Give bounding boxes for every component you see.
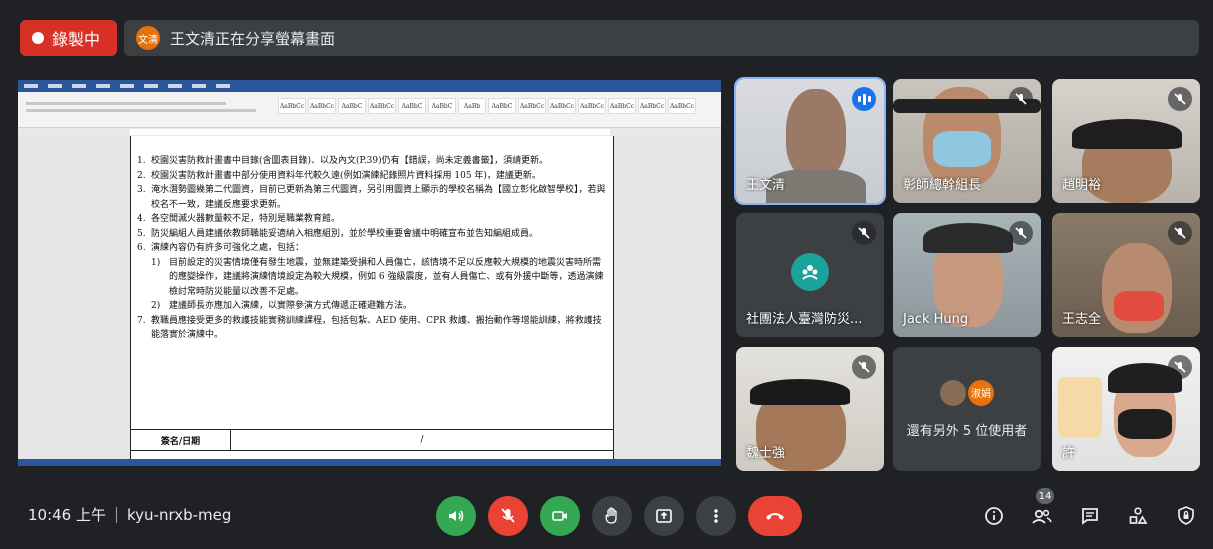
participant-tile-5[interactable]: Jack Hung <box>893 213 1041 337</box>
signature-label: 簽名/日期 <box>131 430 231 450</box>
activities-button[interactable] <box>1124 496 1152 536</box>
participant-name: 王文清 <box>746 178 786 193</box>
side-panel-controls: 14 <box>980 488 1200 536</box>
present-screen-icon <box>656 509 672 523</box>
hand-icon <box>605 507 617 524</box>
participant-tile-8[interactable]: 許 <box>1052 347 1200 471</box>
chat-icon <box>1082 508 1098 525</box>
shared-screen: AaBbCc AaBbCc AaBbC AaBbCc AaBbC AaBbC AaBb AaB… <box>18 80 721 466</box>
more-vert-icon <box>714 509 718 523</box>
more-options-button[interactable] <box>696 496 736 536</box>
info-icon <box>985 507 1003 525</box>
people-icon <box>1032 509 1052 524</box>
presenting-text: 王文清正在分享螢幕畫面 <box>170 29 336 48</box>
participant-name: 魏士強 <box>746 446 786 461</box>
mic-off-icon <box>1168 87 1192 111</box>
participant-tile-4[interactable]: 社團法人臺灣防災... <box>736 213 884 337</box>
organization-logo-icon <box>791 253 829 291</box>
list-item: 2. 校園災害防救計畫書中部分使用資料年代較久遠(例如演練紀錄照片資料採用 105… <box>137 170 541 181</box>
call-controls <box>436 496 802 536</box>
meeting-info: 10:46 上午 kyu-nrxb-meg <box>28 504 231 525</box>
participant-name: 彰師總幹組長 <box>903 178 982 193</box>
people-button[interactable]: 14 <box>1028 488 1056 536</box>
volume-icon <box>449 510 464 522</box>
recording-indicator[interactable]: 錄製中 <box>20 20 117 56</box>
participant-tile-7[interactable]: 魏士強 <box>736 347 884 471</box>
mic-off-icon <box>852 355 876 379</box>
participant-tile-6[interactable]: 王志全 <box>1052 213 1200 337</box>
mic-off-icon <box>1009 221 1033 245</box>
list-subitem: 2) 建議師長亦應加入演練，以實際參演方式傳遞正確避難方法。 <box>151 301 413 311</box>
styles-gallery: AaBbCc AaBbCc AaBbC AaBbCc AaBbC AaBbC AaBb AaB… <box>278 98 696 114</box>
divider <box>116 506 117 523</box>
others-tile[interactable]: 淑娟 還有另外 5 位使用者 <box>893 347 1041 471</box>
camera-icon <box>552 511 567 521</box>
leave-call-button[interactable] <box>748 496 802 536</box>
mic-off-icon <box>852 221 876 245</box>
participant-name: 王志全 <box>1062 312 1102 327</box>
avatar: 淑娟 <box>968 379 994 406</box>
recording-label: 錄製中 <box>52 30 101 49</box>
mic-off-icon <box>1168 355 1192 379</box>
list-subitem: 1) 目前設定的災害情境僅有發生地震，並無建築受損和人員傷亡，該情境不足以反應較大… <box>151 257 604 297</box>
participant-tile-wang-wenqing[interactable]: 王文清 <box>734 77 886 205</box>
speaking-indicator-icon <box>852 87 876 111</box>
people-count-badge: 14 <box>1036 488 1054 504</box>
meeting-time: 10:46 上午 <box>28 506 106 524</box>
microphone-button[interactable] <box>488 496 528 536</box>
mic-off-icon <box>501 508 515 523</box>
document-page: 1. 校園災害防救計畫書中目錄(含圖表目錄)、以及內文(P.39)仍有【錯誤，尚未… <box>130 136 614 459</box>
participant-tile-3[interactable]: 趙明裕 <box>1052 79 1200 203</box>
word-ribbon: AaBbCc AaBbCc AaBbC AaBbCc AaBbC AaBbC AaBb AaB… <box>18 80 721 128</box>
raise-hand-button[interactable] <box>592 496 632 536</box>
recommendation-list: 1. 校園災害防救計畫書中目錄(含圖表目錄)、以及內文(P.39)仍有【錯誤，尚未… <box>131 136 613 343</box>
list-item: 1. 校園災害防救計畫書中目錄(含圖表目錄)、以及內文(P.39)仍有【錯誤，尚未… <box>137 156 549 166</box>
participant-name: 趙明裕 <box>1062 178 1102 193</box>
chat-button[interactable] <box>1076 496 1104 536</box>
record-dot-icon <box>32 32 44 44</box>
participant-name: 許 <box>1062 446 1076 461</box>
list-item: 4. 各空間滅火器數量較不足，特別是職業教育館。 <box>137 214 341 224</box>
activities-icon <box>1129 507 1148 524</box>
list-item: 3. 淹水潛勢圖幾第二代圖資，目前已更新為第三代圖資，另引用圖資上顯示的學校名稱為… <box>137 185 606 210</box>
control-bar: 10:46 上午 kyu-nrxb-meg 14 <box>0 478 1213 549</box>
list-item: 6. 演練內容仍有許多可強化之處，包括： <box>137 243 305 253</box>
presenter-avatar: 文清 <box>136 26 160 50</box>
meeting-details-button[interactable] <box>980 496 1008 536</box>
present-button[interactable] <box>644 496 684 536</box>
presenting-banner: 文清 王文清正在分享螢幕畫面 <box>124 20 1199 56</box>
camera-button[interactable] <box>540 496 580 536</box>
meeting-code: kyu-nrxb-meg <box>127 505 232 524</box>
signature-value: / <box>420 435 424 445</box>
hang-up-icon <box>766 513 784 520</box>
host-controls-button[interactable] <box>1172 496 1200 536</box>
list-item: 7. 教職員應接受更多的救護技能實務訓練課程，包括包紮、AED 使用、CPR 救護… <box>137 315 602 341</box>
list-item: 5. 防災編組人員建議依教師職能妥適納入相應組別，並於學校重要會議中明確宣布並告知… <box>137 228 539 239</box>
others-count-text: 還有另外 5 位使用者 <box>906 423 1028 439</box>
word-statusbar <box>18 459 721 466</box>
avatar <box>940 379 966 406</box>
participant-name: Jack Hung <box>903 312 969 327</box>
participant-name: 社團法人臺灣防災... <box>746 312 863 327</box>
speaker-button[interactable] <box>436 496 476 536</box>
shield-lock-icon <box>1178 506 1194 525</box>
mic-off-icon <box>1009 87 1033 111</box>
ruler <box>18 128 721 136</box>
others-avatars: 淑娟 <box>940 379 994 406</box>
signature-row: 簽名/日期 / <box>131 429 613 451</box>
participant-tile-2[interactable]: 彰師總幹組長 <box>893 79 1041 203</box>
mic-off-icon <box>1168 221 1192 245</box>
